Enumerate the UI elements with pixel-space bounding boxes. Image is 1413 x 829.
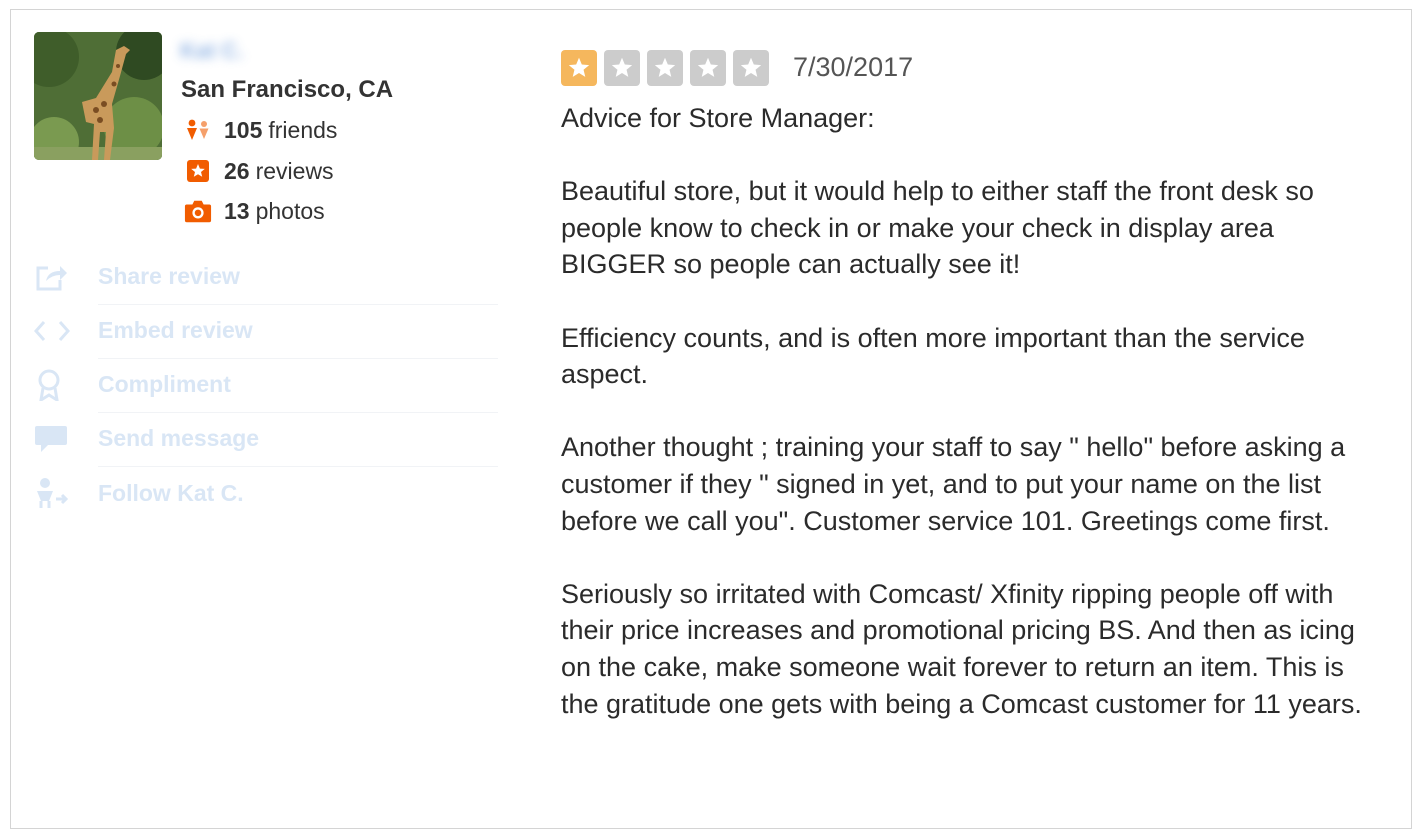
stat-reviews: 26 reviews	[184, 157, 334, 185]
review-text: Advice for Store Manager: Beautiful store…	[561, 100, 1381, 759]
user-location: San Francisco, CA	[181, 76, 394, 103]
star-empty-icon	[647, 50, 683, 86]
stat-photos: 13 photos	[184, 197, 325, 225]
user-avatar[interactable]	[34, 32, 162, 160]
follow-user-label: Follow Kat C.	[98, 479, 244, 506]
compliment-icon	[34, 358, 98, 412]
star-empty-icon	[690, 50, 726, 86]
share-icon	[34, 250, 98, 304]
embed-review-action[interactable]: Embed review	[34, 304, 498, 359]
share-review-action[interactable]: Share review	[34, 250, 498, 305]
follow-user-action[interactable]: Follow Kat C.	[34, 466, 498, 520]
review-paragraph: Beautiful store, but it would help to ei…	[561, 176, 1314, 280]
embed-icon	[34, 304, 98, 358]
send-message-label: Send message	[98, 412, 498, 467]
review-paragraph: Seriously so irritated with Comcast/ Xfi…	[561, 578, 1362, 719]
giraffe-photo	[34, 32, 162, 160]
review-paragraph: Another thought ; training your staff to…	[561, 432, 1346, 536]
message-icon	[34, 412, 98, 466]
star-filled-icon	[561, 50, 597, 86]
photos-label: photos	[255, 197, 325, 224]
follow-icon	[34, 466, 98, 520]
reviews-label: reviews	[255, 157, 334, 184]
friends-label: friends	[268, 116, 338, 143]
star-rating	[561, 50, 776, 86]
send-message-action[interactable]: Send message	[34, 412, 498, 467]
star-empty-icon	[604, 50, 640, 86]
compliment-action[interactable]: Compliment	[34, 358, 498, 413]
review-paragraph: Efficiency counts, and is often more imp…	[561, 322, 1305, 390]
star-empty-icon	[733, 50, 769, 86]
embed-review-label: Embed review	[98, 304, 498, 359]
compliment-label: Compliment	[98, 358, 498, 413]
friends-icon	[184, 116, 212, 144]
friends-count: 105	[224, 116, 263, 143]
share-review-label: Share review	[98, 250, 498, 305]
review-date: 7/30/2017	[793, 52, 914, 82]
user-name[interactable]: Kat C.	[180, 38, 268, 64]
photos-count: 13	[224, 197, 250, 224]
review-paragraph: Advice for Store Manager:	[561, 103, 875, 133]
stat-friends: 105 friends	[184, 116, 337, 144]
review-actions: Share review Embed review Compliment Sen…	[34, 250, 498, 520]
review-star-icon	[184, 157, 212, 185]
camera-icon	[184, 197, 212, 225]
reviews-count: 26	[224, 157, 250, 184]
